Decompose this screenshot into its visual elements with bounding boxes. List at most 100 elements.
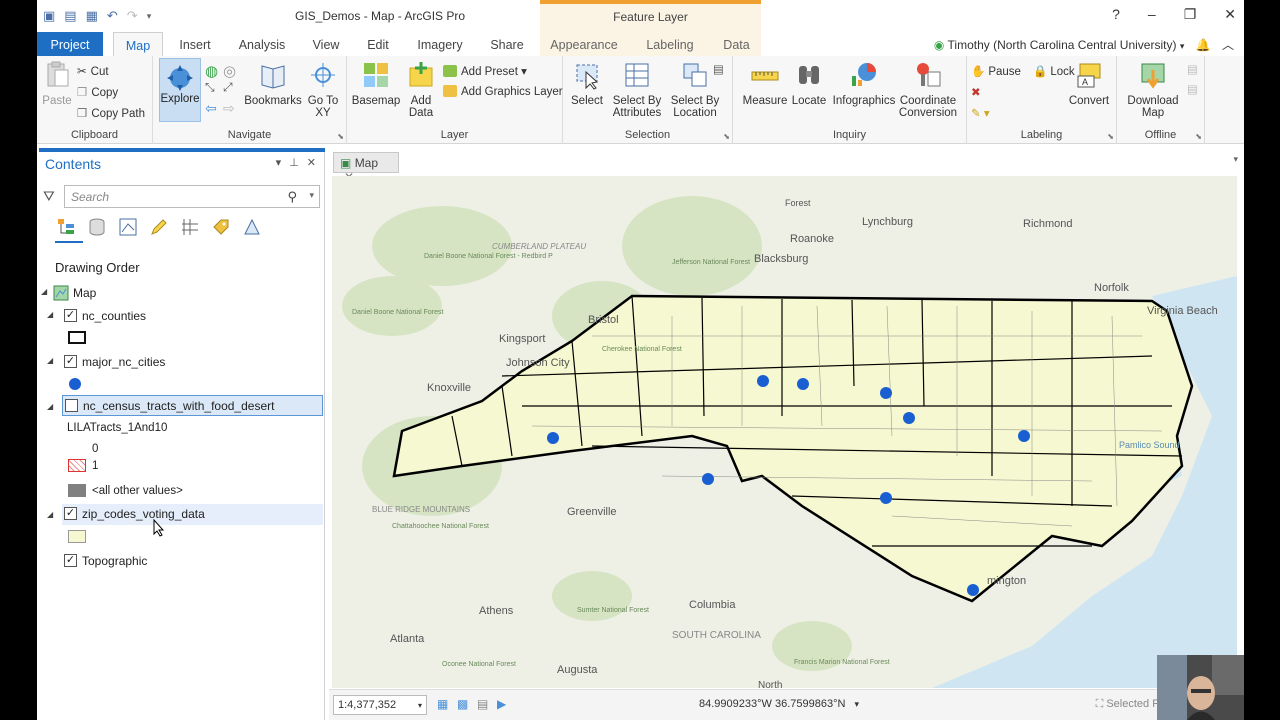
locate-button[interactable]: Locate bbox=[789, 60, 829, 107]
tab-view[interactable]: View bbox=[307, 32, 345, 56]
select-by-attributes-button[interactable]: Select By Attributes bbox=[609, 60, 665, 119]
cut-button[interactable]: ✂ Cut bbox=[77, 64, 109, 78]
search-dropdown-icon[interactable]: ▾ bbox=[309, 190, 314, 201]
minimize-button[interactable]: – bbox=[1148, 6, 1156, 23]
select-button[interactable]: Select bbox=[565, 60, 609, 107]
zoom-selected-icon[interactable]: ◎ bbox=[223, 62, 236, 80]
layer-row-major-nc-cities[interactable]: ◢ ✓ major_nc_cities bbox=[37, 351, 323, 373]
restore-button[interactable]: ❐ bbox=[1184, 6, 1197, 23]
expand-layer-icon[interactable]: ◢ bbox=[47, 310, 53, 319]
save-icon[interactable]: ▦ bbox=[86, 8, 98, 24]
pin-icon[interactable]: ⊥ bbox=[289, 156, 299, 169]
coordinate-format-dropdown-icon[interactable]: ▾ bbox=[854, 699, 859, 709]
pane-options-icon[interactable]: ▾ bbox=[276, 156, 282, 169]
tab-map[interactable]: Map bbox=[113, 32, 163, 56]
tab-project[interactable]: Project bbox=[37, 32, 103, 56]
scale-dropdown-icon[interactable]: ▾ bbox=[418, 701, 422, 710]
zip-codes-symbol[interactable] bbox=[68, 530, 86, 543]
download-map-button[interactable]: Download Map bbox=[1121, 60, 1185, 119]
city-point[interactable] bbox=[757, 375, 769, 387]
layer-visibility-checkbox[interactable]: ✓ bbox=[64, 355, 77, 368]
legend-swatch-1[interactable] bbox=[68, 459, 86, 472]
city-point[interactable] bbox=[702, 473, 714, 485]
map-view-tab[interactable]: ▣ Map ✕ bbox=[333, 152, 399, 184]
city-point[interactable] bbox=[967, 584, 979, 596]
contents-search-input[interactable]: Search ⚲ ▾ bbox=[64, 185, 320, 208]
offline-launcher-icon[interactable]: ⬊ bbox=[1195, 132, 1202, 141]
selection-launcher-icon[interactable]: ⬊ bbox=[723, 132, 730, 141]
go-to-xy-button[interactable]: Go To XY bbox=[303, 60, 343, 119]
fixed-scale-icon[interactable]: ▦ bbox=[437, 697, 448, 711]
coordinate-conversion-button[interactable]: Coordinate Conversion bbox=[895, 60, 961, 119]
tab-share[interactable]: Share bbox=[483, 32, 531, 56]
unplaced-labels-icon[interactable]: ✖ bbox=[971, 85, 981, 99]
layer-row-zip-codes-voting-data[interactable]: ✓ zip_codes_voting_data bbox=[62, 504, 323, 525]
table-icon[interactable]: ▤ bbox=[477, 697, 488, 711]
open-project-icon[interactable]: ▤ bbox=[64, 8, 76, 24]
layer-visibility-checkbox[interactable]: ✓ bbox=[64, 554, 77, 567]
user-account[interactable]: ◉ Timothy (North Carolina Central Univer… bbox=[934, 36, 1234, 53]
convert-button[interactable]: A Convert bbox=[1065, 60, 1113, 107]
city-point[interactable] bbox=[880, 492, 892, 504]
list-by-selection-icon[interactable] bbox=[119, 218, 137, 236]
remove-offline-icon[interactable]: ▤ bbox=[1187, 82, 1198, 96]
layer-row-topographic[interactable]: ✓ Topographic bbox=[37, 550, 323, 572]
fixed-zoom-out-icon[interactable]: ⤢ bbox=[223, 80, 233, 95]
city-point[interactable] bbox=[880, 387, 892, 399]
list-by-labeling-icon[interactable] bbox=[212, 218, 230, 236]
city-point[interactable] bbox=[797, 378, 809, 390]
undo-icon[interactable]: ↶ bbox=[107, 8, 118, 24]
copy-path-button[interactable]: ❐ Copy Path bbox=[77, 106, 145, 120]
basemap-button[interactable]: Basemap bbox=[351, 60, 401, 107]
map-canvas[interactable]: Forest Lynchburg Richmond Roanoke CUMBER… bbox=[332, 176, 1237, 688]
previous-extent-icon[interactable]: ⇦ bbox=[205, 100, 217, 117]
layer-row-nc-counties[interactable]: ◢ ✓ nc_counties bbox=[37, 305, 323, 327]
full-extent-icon[interactable]: ◍ bbox=[205, 62, 218, 80]
label-options-icon[interactable]: ✎ ▾ bbox=[971, 106, 990, 120]
major-nc-cities-symbol[interactable] bbox=[69, 378, 81, 390]
tab-imagery[interactable]: Imagery bbox=[412, 32, 468, 56]
city-point[interactable] bbox=[547, 432, 559, 444]
redo-icon[interactable]: ↷ bbox=[127, 8, 138, 24]
layer-visibility-checkbox[interactable] bbox=[65, 399, 78, 412]
pause-labels-button[interactable]: ✋ Pause bbox=[971, 64, 1021, 78]
tab-analysis[interactable]: Analysis bbox=[231, 32, 293, 56]
nc-counties-symbol[interactable] bbox=[68, 331, 86, 344]
legend-swatch-other[interactable] bbox=[68, 484, 86, 497]
collapse-ribbon-icon[interactable]: ︿ bbox=[1222, 38, 1234, 52]
grid-toggle-icon[interactable]: ▩ bbox=[457, 697, 468, 711]
tab-insert[interactable]: Insert bbox=[173, 32, 217, 56]
help-button[interactable]: ? bbox=[1112, 6, 1120, 23]
list-by-snapping-icon[interactable] bbox=[181, 218, 199, 236]
list-by-perspective-icon[interactable] bbox=[243, 218, 261, 236]
notification-icon[interactable]: 🔔 bbox=[1196, 38, 1211, 52]
tab-edit[interactable]: Edit bbox=[359, 32, 397, 56]
paste-button[interactable]: Paste bbox=[39, 60, 75, 107]
explore-button[interactable]: Explore bbox=[159, 58, 201, 122]
expand-layer-icon[interactable]: ◢ bbox=[47, 402, 53, 411]
bookmarks-button[interactable]: Bookmarks bbox=[243, 60, 303, 107]
attributes-table-icon[interactable]: ▤ bbox=[713, 62, 724, 76]
list-by-source-icon[interactable] bbox=[88, 218, 106, 236]
search-icon[interactable]: ⚲ bbox=[287, 189, 297, 205]
close-pane-icon[interactable]: ✕ bbox=[307, 156, 316, 169]
filter-icon[interactable]: ⛛ bbox=[43, 188, 55, 205]
layer-row-map[interactable]: ◢ Map bbox=[37, 282, 323, 304]
map-view-options-icon[interactable]: ▾ bbox=[1233, 154, 1238, 165]
expand-layer-icon[interactable]: ◢ bbox=[47, 510, 53, 519]
measure-button[interactable]: Measure bbox=[739, 60, 791, 107]
expand-map-icon[interactable]: ◢ bbox=[41, 287, 47, 296]
add-data-button[interactable]: Add Data bbox=[403, 60, 439, 119]
list-by-drawing-order-icon[interactable] bbox=[57, 218, 75, 236]
city-point[interactable] bbox=[1018, 430, 1030, 442]
labeling-launcher-icon[interactable]: ⬊ bbox=[1107, 132, 1114, 141]
pause-drawing-icon[interactable]: ▶ bbox=[497, 697, 506, 711]
customize-toolbar-icon[interactable]: ▾ bbox=[147, 11, 152, 22]
sync-icon[interactable]: ▤ bbox=[1187, 62, 1198, 76]
tab-appearance[interactable]: Appearance bbox=[540, 32, 628, 56]
list-by-editing-icon[interactable] bbox=[150, 218, 168, 236]
next-extent-icon[interactable]: ⇨ bbox=[223, 100, 235, 117]
infographics-button[interactable]: Infographics bbox=[829, 60, 899, 107]
add-preset-button[interactable]: Add Preset ▾ bbox=[443, 64, 527, 78]
layer-visibility-checkbox[interactable]: ✓ bbox=[64, 507, 77, 520]
